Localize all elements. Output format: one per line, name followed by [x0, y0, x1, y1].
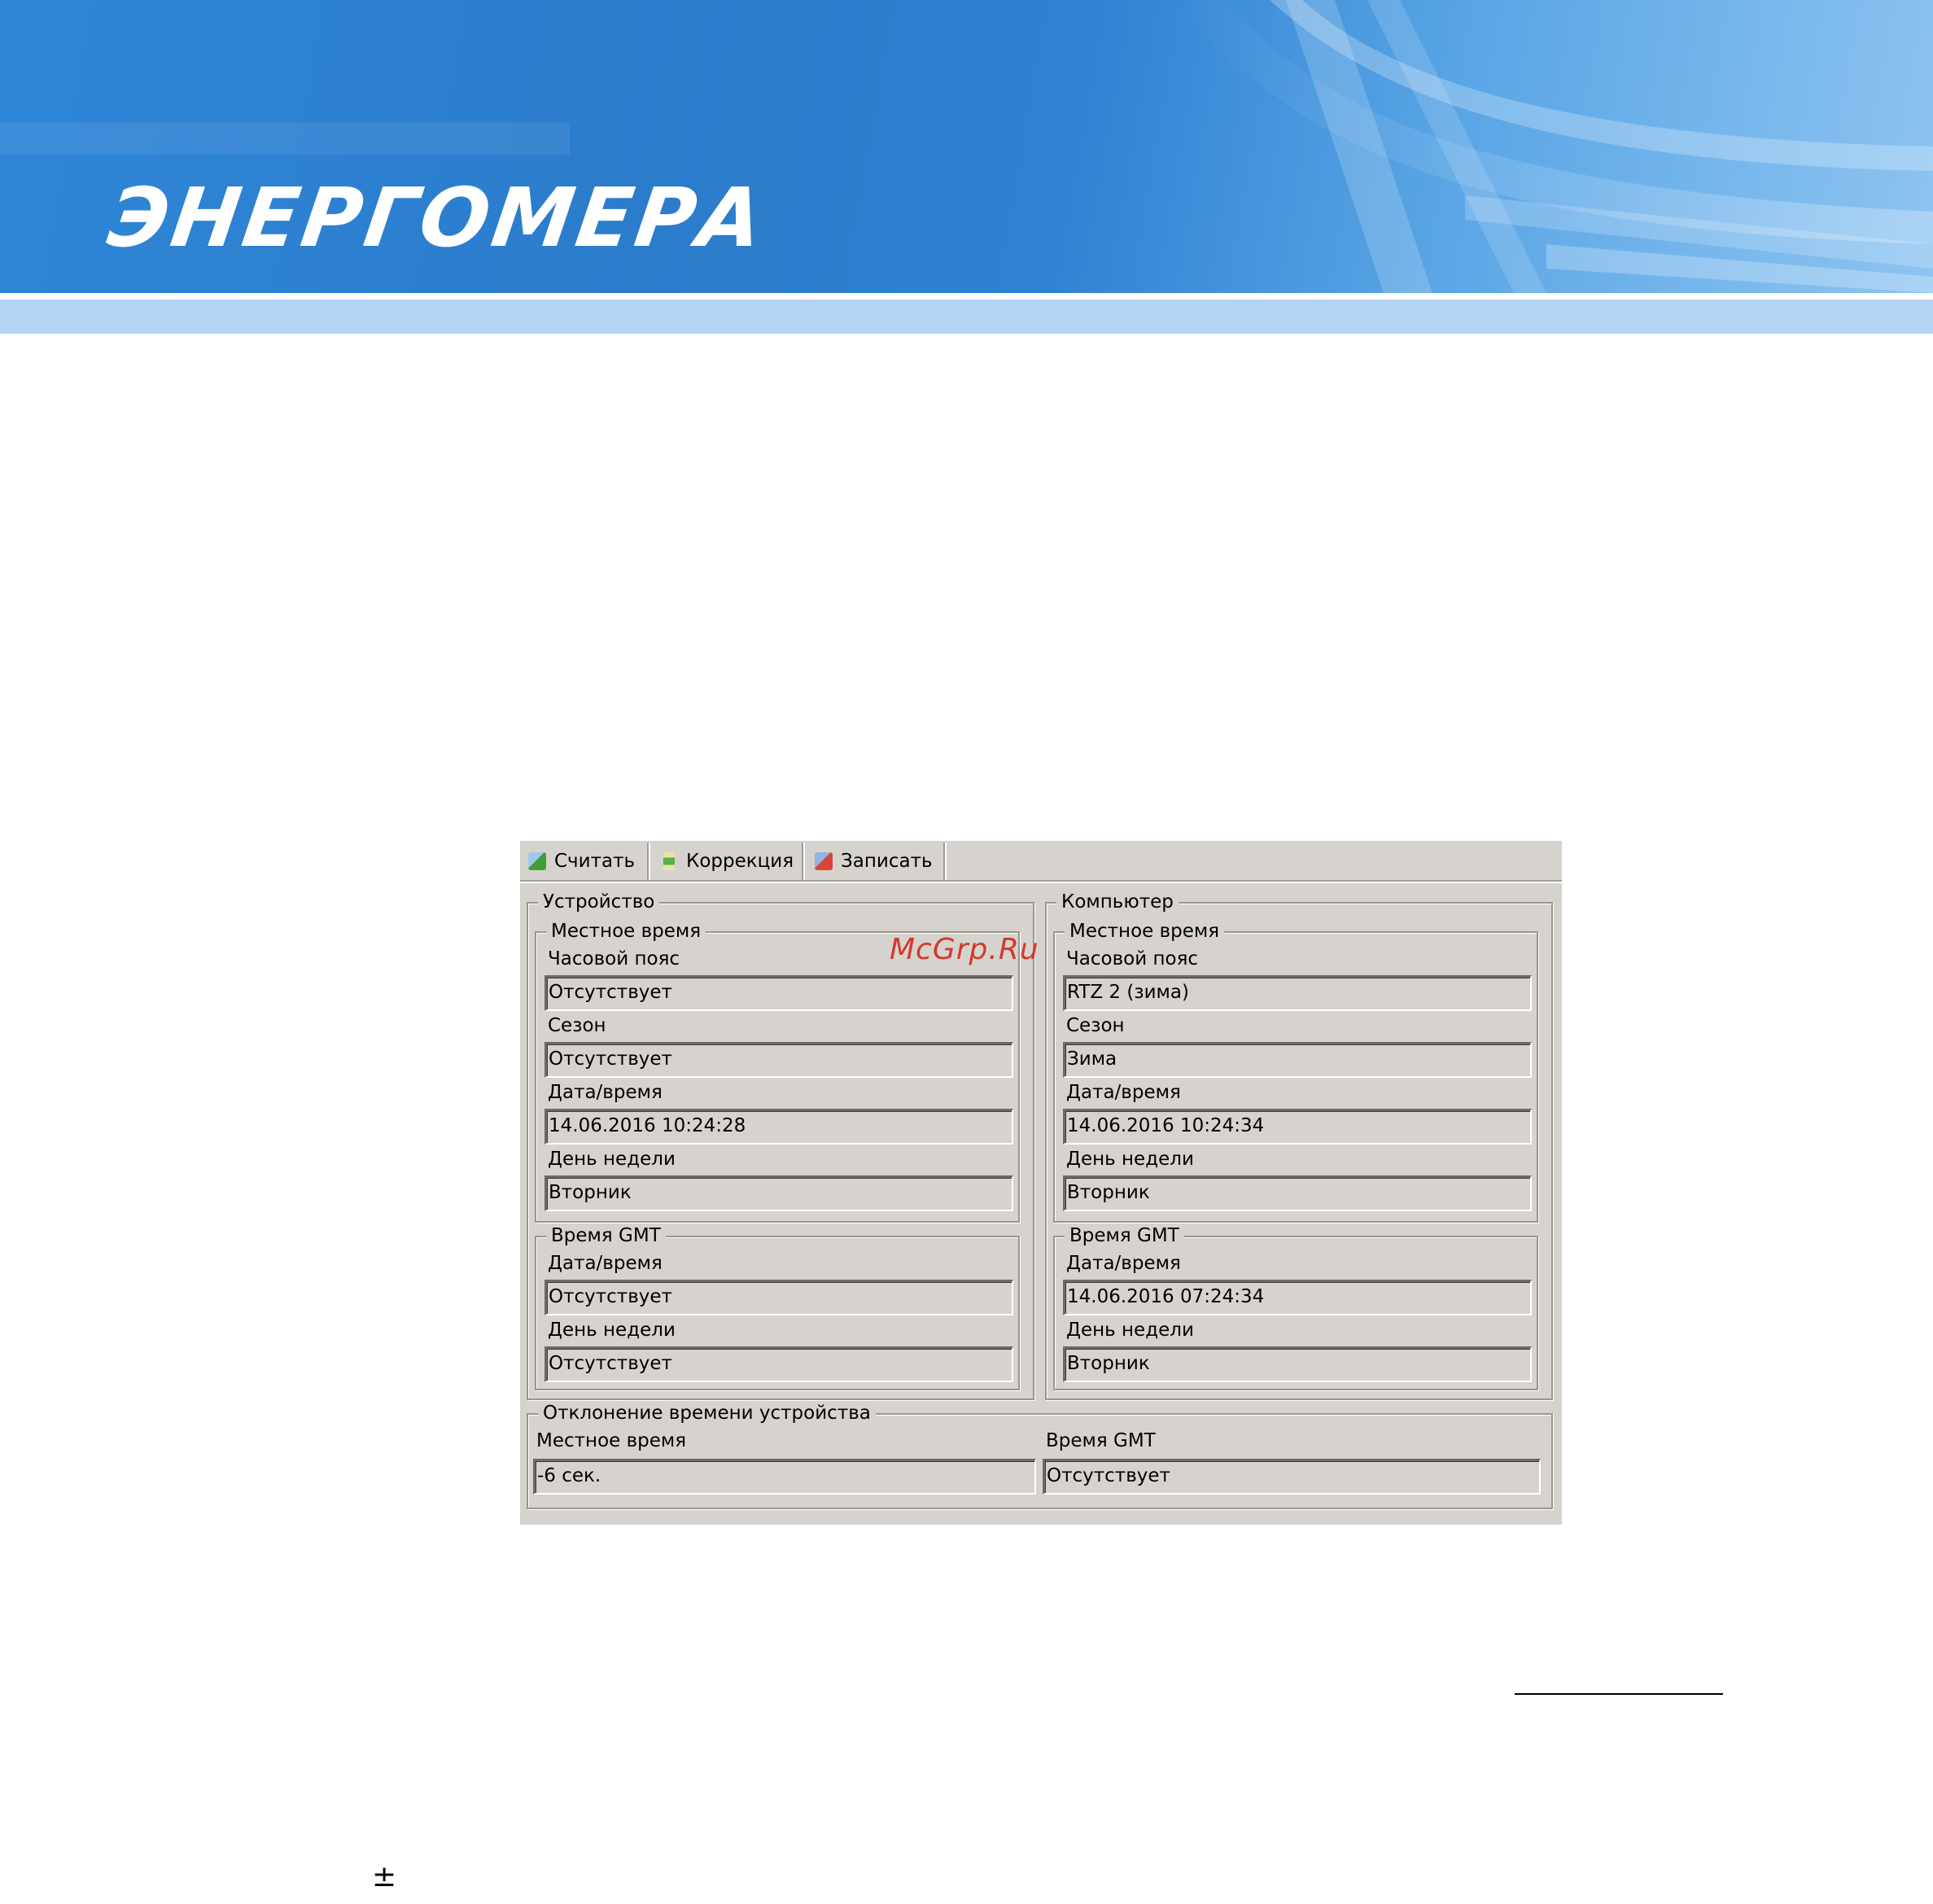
- write-icon: [815, 852, 833, 870]
- correction-icon: [663, 852, 675, 870]
- computer-local-time-title: Местное время: [1065, 920, 1225, 943]
- computer-gmt-weekday-field[interactable]: Вторник: [1063, 1346, 1532, 1382]
- computer-gmt-weekday-label: День недели: [1066, 1320, 1194, 1341]
- device-local-time-group: Местное время Часовой пояс Отсутствует С…: [535, 920, 1020, 1223]
- header-banner: ЭНЕРГОМЕРА: [0, 0, 1933, 334]
- computer-timezone-label: Часовой пояс: [1066, 948, 1199, 970]
- footnote-separator: [1515, 1693, 1723, 1695]
- device-timezone-label: Часовой пояс: [548, 948, 680, 970]
- computer-weekday-field[interactable]: Вторник: [1063, 1175, 1532, 1211]
- site-watermark: McGrp.Ru: [890, 933, 1039, 966]
- write-button[interactable]: Записать: [807, 843, 947, 880]
- computer-weekday-label: День недели: [1066, 1149, 1194, 1170]
- deviation-gmt-label: Время GMT: [1046, 1430, 1156, 1451]
- computer-gmt-datetime-label: Дата/время: [1066, 1253, 1181, 1274]
- computer-timezone-field[interactable]: RTZ 2 (зима): [1063, 975, 1532, 1011]
- energomera-logo: ЭНЕРГОМЕРА: [102, 170, 772, 265]
- computer-group: Компьютер Местное время Часовой пояс RTZ…: [1045, 891, 1553, 1400]
- device-group: Устройство Местное время Часовой пояс От…: [527, 891, 1034, 1400]
- clock-settings-window: Считать Коррекция Записать Устройство Ме…: [520, 841, 1562, 1525]
- deviation-local-label: Местное время: [536, 1430, 687, 1451]
- device-weekday-label: День недели: [548, 1149, 676, 1170]
- toolbar: Считать Коррекция Записать: [520, 841, 1562, 883]
- correction-button-label: Коррекция: [686, 851, 794, 872]
- device-datetime-label: Дата/время: [548, 1082, 663, 1103]
- device-gmt-title: Время GMT: [546, 1224, 666, 1247]
- device-gmt-datetime-label: Дата/время: [548, 1253, 663, 1274]
- device-datetime-field[interactable]: 14.06.2016 10:24:28: [544, 1109, 1013, 1145]
- device-timezone-field[interactable]: Отсутствует: [544, 975, 1013, 1011]
- device-group-title: Устройство: [538, 891, 660, 913]
- correction-button[interactable]: Коррекция: [652, 843, 805, 880]
- read-icon: [528, 852, 546, 870]
- computer-gmt-group: Время GMT Дата/время 14.06.2016 07:24:34…: [1053, 1224, 1538, 1390]
- banner-divider: [0, 293, 1933, 300]
- read-button[interactable]: Считать: [520, 843, 650, 880]
- computer-gmt-title: Время GMT: [1065, 1224, 1184, 1247]
- computer-gmt-datetime-field[interactable]: 14.06.2016 07:24:34: [1063, 1280, 1532, 1315]
- deviation-group-title: Отклонение времени устройства: [538, 1402, 876, 1425]
- device-gmt-weekday-field[interactable]: Отсутствует: [544, 1346, 1013, 1382]
- computer-datetime-label: Дата/время: [1066, 1082, 1181, 1103]
- device-gmt-weekday-label: День недели: [548, 1320, 676, 1341]
- deviation-group: Отклонение времени устройства Местное вр…: [527, 1402, 1553, 1509]
- device-gmt-datetime-field[interactable]: Отсутствует: [544, 1280, 1013, 1315]
- computer-season-label: Сезон: [1066, 1015, 1125, 1036]
- plus-minus-symbol: ±: [372, 1860, 397, 1893]
- device-season-field[interactable]: Отсутствует: [544, 1042, 1013, 1078]
- device-weekday-field[interactable]: Вторник: [544, 1175, 1013, 1211]
- computer-datetime-field[interactable]: 14.06.2016 10:24:34: [1063, 1109, 1532, 1145]
- computer-group-title: Компьютер: [1056, 891, 1179, 913]
- write-button-label: Записать: [841, 851, 933, 872]
- banner-lower-strip: [0, 300, 1933, 334]
- deviation-local-field[interactable]: -6 сек.: [533, 1459, 1036, 1495]
- device-gmt-group: Время GMT Дата/время Отсутствует День не…: [535, 1224, 1020, 1390]
- deviation-gmt-field[interactable]: Отсутствует: [1043, 1459, 1541, 1495]
- computer-season-field[interactable]: Зима: [1063, 1042, 1532, 1078]
- read-button-label: Считать: [554, 851, 636, 872]
- computer-local-time-group: Местное время Часовой пояс RTZ 2 (зима) …: [1053, 920, 1538, 1223]
- device-local-time-title: Местное время: [546, 920, 706, 943]
- device-season-label: Сезон: [548, 1015, 606, 1036]
